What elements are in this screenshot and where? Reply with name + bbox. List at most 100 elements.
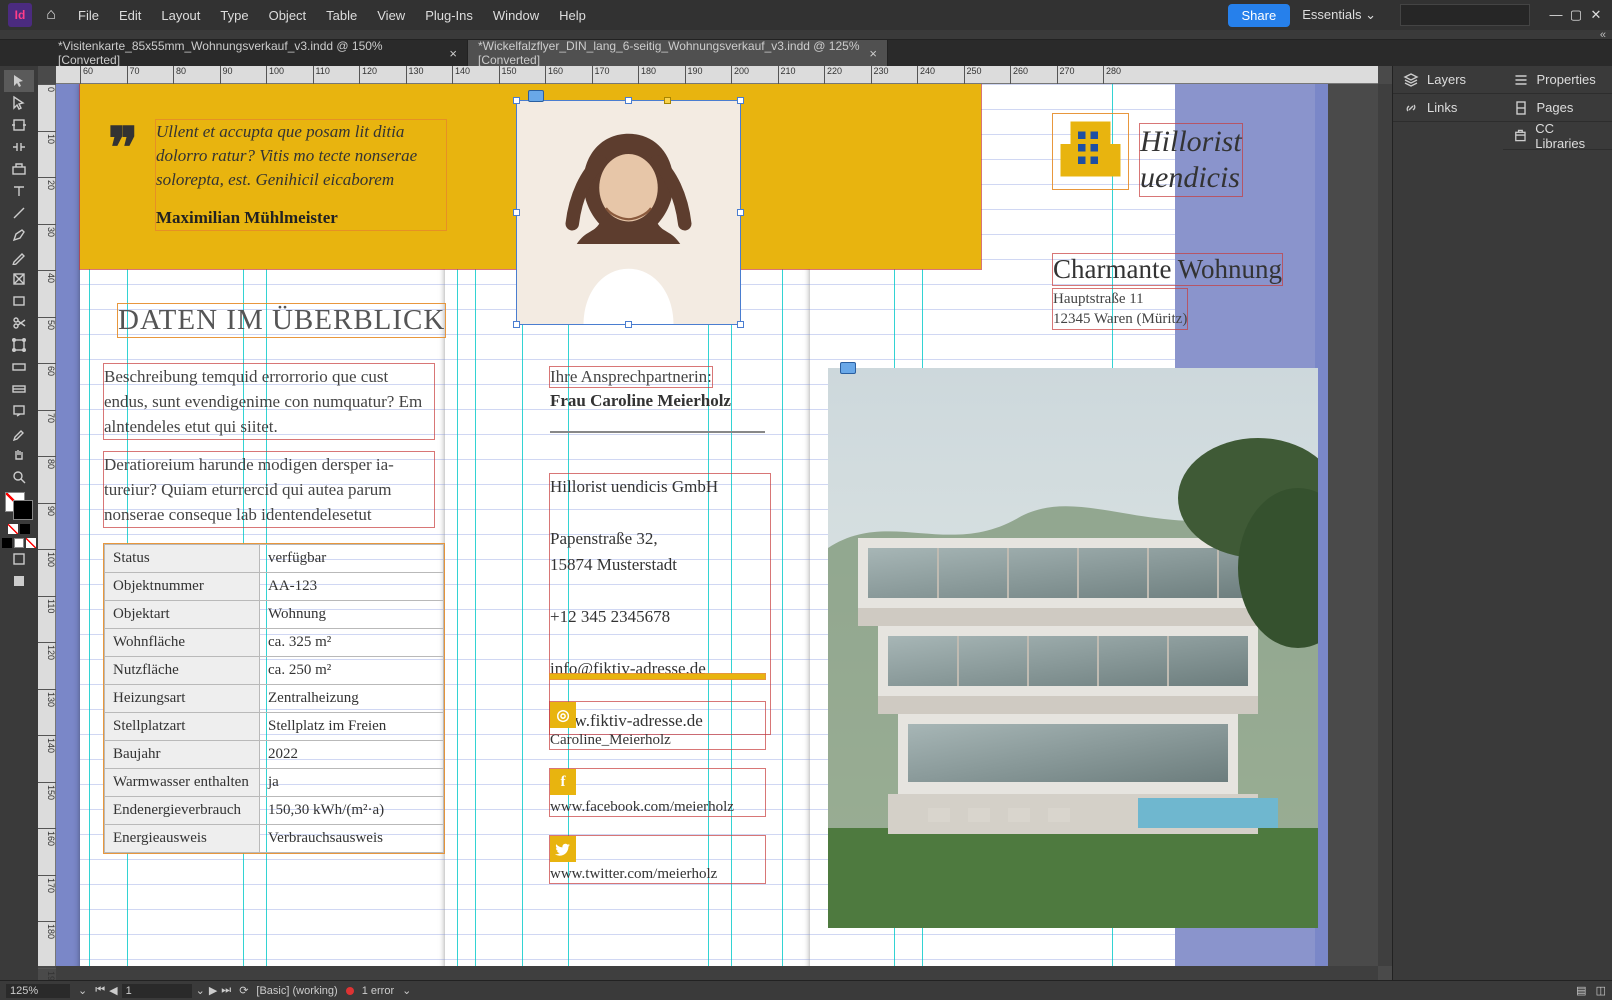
preflight-error-count[interactable]: 1 error [362,985,394,997]
collapse-control-strip[interactable]: « [1600,29,1606,41]
rectangle-tool[interactable] [4,290,34,312]
close-tab-icon[interactable]: × [449,46,457,61]
eyedropper-tool[interactable] [4,422,34,444]
open-indicator-icon[interactable]: ⟳ [239,984,248,997]
share-button[interactable]: Share [1228,4,1291,27]
social-twitter-block[interactable]: www.twitter.com/meierholz [550,836,765,883]
horizontal-scrollbar[interactable] [56,966,1378,980]
preflight-profile[interactable]: [Basic] (working) [256,985,337,997]
last-page-button[interactable]: ⏭ [221,984,231,997]
panel-layers[interactable]: Layers [1393,66,1503,94]
maximize-button[interactable]: ▢ [1568,7,1584,23]
document-tab[interactable]: *Visitenkarte_85x55mm_Wohnungsverkauf_v3… [48,40,468,66]
overview-paragraph[interactable]: Deratioreium harunde modigen dersper ia-… [104,452,434,527]
zoom-dropdown-icon[interactable]: ⌄ [78,984,87,997]
prev-page-button[interactable]: ◀ [109,984,117,997]
note-tool[interactable] [4,400,34,422]
table-row[interactable]: Baujahr2022 [105,741,444,769]
selection-bounding-box[interactable] [516,100,741,325]
menu-edit[interactable]: Edit [111,4,149,27]
table-row[interactable]: ObjektartWohnung [105,601,444,629]
next-page-button[interactable]: ▶ [209,984,217,997]
company-contact-frame[interactable]: Hillorist uendicis GmbH Papenstraße 32,1… [550,474,770,734]
scissors-tool[interactable] [4,312,34,334]
house-image-frame[interactable] [828,368,1318,928]
panel-properties[interactable]: Properties [1503,66,1612,94]
screen-mode-preview[interactable] [4,570,34,592]
screen-mode-normal[interactable] [4,548,34,570]
hand-tool[interactable] [4,444,34,466]
table-row[interactable]: Wohnflächeca. 325 m² [105,629,444,657]
overview-paragraph[interactable]: Beschreibung temquid errorrorio que cust… [104,364,434,439]
close-tab-icon[interactable]: × [869,46,877,61]
overview-heading[interactable]: DATEN IM ÜBERBLICK [118,304,445,337]
menu-window[interactable]: Window [485,4,547,27]
gradient-feather-tool[interactable] [4,378,34,400]
close-button[interactable]: ✕ [1588,7,1604,23]
brand-text-frame[interactable]: Hillorist uendicis [1140,124,1242,196]
social-facebook-block[interactable]: f www.facebook.com/meierholz [550,769,765,816]
pencil-tool[interactable] [4,246,34,268]
type-tool[interactable] [4,180,34,202]
split-view-icon[interactable]: ◫ [1596,985,1606,997]
workspace-switcher[interactable]: Essentials ⌄ [1294,3,1384,27]
menu-view[interactable]: View [369,4,413,27]
contact-heading[interactable]: Ihre Ansprechpartnerin: [550,367,712,387]
table-row[interactable]: Endenergieverbrauch150,30 kWh/(m²·a) [105,797,444,825]
free-transform-tool[interactable] [4,334,34,356]
menu-type[interactable]: Type [212,4,256,27]
logo-frame[interactable] [1053,114,1128,189]
content-collector-tool[interactable] [4,158,34,180]
page-tool[interactable] [4,114,34,136]
vertical-scrollbar[interactable] [1378,84,1392,966]
zoom-level-field[interactable]: 125% [6,984,70,998]
menu-layout[interactable]: Layout [153,4,208,27]
direct-selection-tool[interactable] [4,92,34,114]
table-row[interactable]: StellplatzartStellplatz im Freien [105,713,444,741]
panel-links[interactable]: Links [1393,94,1503,122]
color-apply-row[interactable] [8,524,30,534]
preflight-menu-icon[interactable]: ⌄ [402,984,411,997]
fill-stroke-swatch[interactable] [5,492,33,520]
menu-table[interactable]: Table [318,4,365,27]
line-tool[interactable] [4,202,34,224]
structure-pane-icon[interactable]: ▤ [1576,985,1586,997]
panel-pages[interactable]: Pages [1503,94,1612,122]
zoom-tool[interactable] [4,466,34,488]
minimize-button[interactable]: — [1548,7,1564,23]
table-row[interactable]: HeizungsartZentralheizung [105,685,444,713]
link-badge-icon[interactable] [528,90,544,102]
rectangle-frame-tool[interactable] [4,268,34,290]
gradient-swatch-tool[interactable] [4,356,34,378]
quote-text-frame[interactable]: Ullent et accupta que posam lit ditia do… [156,120,446,230]
apartment-title[interactable]: Charmante Wohnung [1053,254,1282,285]
document-tab[interactable]: *Wickelfalzflyer_DIN_lang_6-seitig_Wohnu… [468,40,888,66]
document-canvas[interactable]: 6070809010011012013014015016017018019020… [38,66,1392,980]
page-number-field[interactable]: 1 [122,984,192,998]
vertical-ruler[interactable]: 0102030405060708090100110120130140150160… [38,84,56,966]
menu-help[interactable]: Help [551,4,594,27]
rotation-handle[interactable] [664,97,671,104]
menu-plug-ins[interactable]: Plug-Ins [417,4,481,27]
home-icon[interactable]: ⌂ [36,6,66,24]
first-page-button[interactable]: ⏮ [95,984,105,997]
link-badge-icon[interactable] [840,362,856,374]
page-dropdown-icon[interactable]: ⌄ [196,984,205,997]
panel-cc-libraries[interactable]: CC Libraries [1503,122,1612,150]
menu-file[interactable]: File [70,4,107,27]
table-row[interactable]: EnergieausweisVerbrauchsausweis [105,825,444,853]
pen-tool[interactable] [4,224,34,246]
search-input[interactable] [1400,4,1530,26]
default-colors-row[interactable] [2,538,36,548]
selection-tool[interactable] [4,70,34,92]
table-row[interactable]: Warmwasser enthaltenja [105,769,444,797]
table-row[interactable]: Statusverfügbar [105,545,444,573]
horizontal-ruler[interactable]: 6070809010011012013014015016017018019020… [56,66,1378,84]
table-row[interactable]: Nutzflächeca. 250 m² [105,657,444,685]
apartment-address-frame[interactable]: Hauptstraße 11 12345 Waren (Müritz) [1053,289,1187,329]
table-row[interactable]: ObjektnummerAA-123 [105,573,444,601]
gap-tool[interactable] [4,136,34,158]
property-data-table[interactable]: StatusverfügbarObjektnummerAA-123Objekta… [104,544,444,853]
menu-object[interactable]: Object [261,4,315,27]
social-instagram-block[interactable]: ◎ Caroline_Meierholz [550,702,765,749]
